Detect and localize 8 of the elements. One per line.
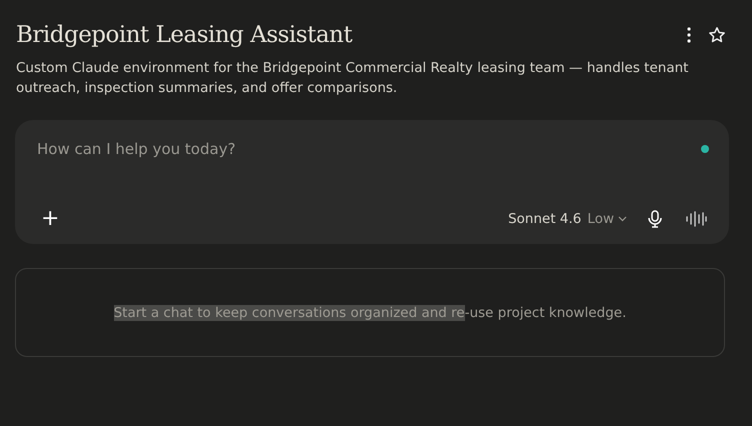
status-dot-icon <box>701 145 709 153</box>
caret-icon <box>618 216 627 222</box>
add-button[interactable]: + <box>37 208 64 230</box>
project-description: Custom Claude environment for the Bridgepoint Commercial Realty leasing team — handles tenant outreach, inspection summaries, and offer comparisons. <box>16 59 690 98</box>
model-selector[interactable]: Sonnet 4.6 Low <box>508 211 627 227</box>
empty-state-text: Start a chat to keep conversations organized and re-use project knowledge. <box>114 304 626 320</box>
message-input-field[interactable]: How can I help you today? <box>37 140 637 158</box>
project-title: Bridgepoint Leasing Assistant <box>16 22 352 48</box>
